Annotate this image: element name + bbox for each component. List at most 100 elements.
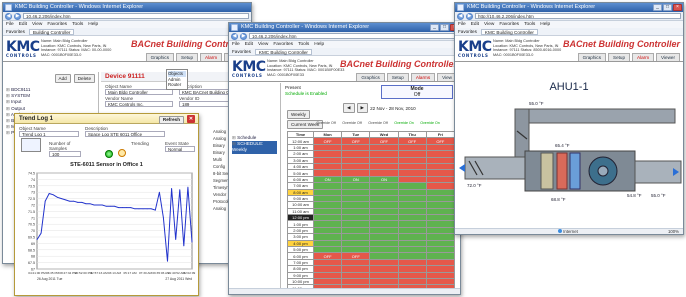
- favorites-bar: Favorites KMC Building Controller: [455, 28, 683, 36]
- samples-field[interactable]: 100: [49, 151, 81, 157]
- menu-view[interactable]: View: [258, 41, 268, 48]
- data-point: [77, 202, 79, 203]
- data-point: [167, 260, 168, 262]
- tab-alarms[interactable]: Alarms: [410, 73, 436, 81]
- controller-info: Name: Main Bldg Controller Location: KMC…: [493, 39, 562, 57]
- tab-setup[interactable]: Setup: [608, 53, 631, 61]
- favorites-button[interactable]: Favorites: [458, 28, 477, 35]
- menu-favorites[interactable]: Favorites: [273, 41, 293, 48]
- menu-tools[interactable]: Tools: [524, 21, 535, 28]
- menu-file[interactable]: File: [6, 21, 14, 28]
- menu-bar: File Edit View Favorites Tools Help: [3, 21, 251, 28]
- ie-icon: [231, 24, 238, 31]
- forward-arrow-icon[interactable]: ▶: [240, 32, 247, 40]
- back-arrow-icon[interactable]: ◀: [5, 12, 12, 20]
- readout-supply: 55.0 °F: [651, 193, 666, 198]
- refresh-button[interactable]: Refresh: [158, 115, 184, 124]
- forward-arrow-icon[interactable]: ▶: [466, 12, 473, 20]
- data-point: [122, 207, 124, 208]
- menu-favorites[interactable]: Favorites: [47, 21, 67, 28]
- window-title-bar: KMC Building Controller - Windows Intern…: [229, 23, 460, 32]
- menu-file[interactable]: File: [458, 21, 466, 28]
- data-point: [65, 199, 66, 201]
- close-icon[interactable]: ✕: [187, 115, 195, 123]
- window-title: KMC Building Controller - Windows Intern…: [15, 4, 144, 10]
- favorites-button[interactable]: Favorites: [232, 48, 251, 55]
- url-field[interactable]: 10.46.2.206/index.htm: [249, 33, 458, 39]
- tab-viewer[interactable]: Viewer: [656, 53, 680, 61]
- object-name-field[interactable]: Trend Log 1: [19, 131, 79, 137]
- browser-tab[interactable]: KMC Building Controller: [480, 29, 538, 35]
- data-point: [48, 193, 50, 194]
- kmc-logo: KMC CONTROLS: [232, 59, 266, 78]
- delete-button[interactable]: Delete: [73, 74, 95, 83]
- y-tick-label: 73.5: [28, 184, 35, 188]
- tree-item-selected[interactable]: SCHEDULE: Weekly: [232, 141, 277, 154]
- menu-help[interactable]: Help: [540, 21, 550, 28]
- minimize-icon[interactable]: _: [430, 24, 439, 31]
- close-icon[interactable]: ×: [673, 4, 682, 11]
- url-field[interactable]: 10.46.2.206/index.htm: [23, 13, 249, 19]
- data-point: [105, 205, 107, 207]
- back-arrow-icon[interactable]: ◀: [231, 32, 238, 40]
- menu-edit[interactable]: Edit: [245, 41, 253, 48]
- x-tick-label: 02:02:09 PM: [183, 271, 196, 275]
- url-field[interactable]: http://10.46.2.206/index.htm: [475, 13, 681, 19]
- menu-help[interactable]: Help: [314, 41, 324, 48]
- zoom-level[interactable]: 100%: [668, 229, 679, 234]
- data-point: [171, 187, 173, 189]
- trend-log-title-bar: Trend Log 1 Refresh ✕: [15, 114, 198, 124]
- menu-tools[interactable]: Tools: [72, 21, 83, 28]
- favorites-button[interactable]: Favorites: [6, 28, 25, 35]
- x-tick-label: 05:17 AM: [123, 271, 136, 275]
- description-field[interactable]: Space Log STE 6011 Office: [85, 131, 165, 137]
- samples-label: Number of Samples: [49, 141, 71, 151]
- browser-tab[interactable]: Building Controller: [28, 29, 75, 35]
- menu-file[interactable]: File: [232, 41, 240, 48]
- tab-alarm[interactable]: Alarm: [632, 53, 655, 61]
- window-controls: _□×: [653, 4, 682, 11]
- ie-icon: [5, 4, 12, 11]
- schedule-tree-panel: Schedule SCHEDULE: Weekly: [229, 83, 281, 288]
- tab-alarm[interactable]: Alarm: [200, 53, 223, 61]
- data-point: [69, 200, 71, 202]
- address-bar: ◀ ▶ http://10.46.2.206/index.htm: [455, 12, 683, 21]
- menu-tools[interactable]: Tools: [298, 41, 309, 48]
- forward-arrow-icon[interactable]: ▶: [14, 12, 21, 20]
- tab-graphics[interactable]: Graphics: [145, 53, 175, 61]
- schedule-grid: Time Mon Tue Wed Thu Fri 12:00 am OFF OFF O…: [287, 130, 456, 292]
- menu-help[interactable]: Help: [88, 21, 98, 28]
- tab-graphics[interactable]: Graphics: [356, 73, 385, 81]
- maximize-icon[interactable]: □: [440, 24, 449, 31]
- minimize-icon[interactable]: _: [653, 4, 662, 11]
- tab-graphics[interactable]: Graphics: [577, 53, 607, 61]
- data-point: [114, 205, 115, 207]
- tab-setup[interactable]: Setup: [386, 73, 409, 81]
- menu-favorites[interactable]: Favorites: [499, 21, 519, 28]
- data-point: [150, 208, 152, 210]
- y-tick-label: 72: [31, 204, 35, 208]
- menu-edit[interactable]: Edit: [19, 21, 27, 28]
- weekly-button[interactable]: Weekly: [287, 110, 310, 119]
- menu-view[interactable]: View: [484, 21, 494, 28]
- next-week-button[interactable]: ▶: [356, 103, 369, 113]
- back-arrow-icon[interactable]: ◀: [457, 12, 464, 20]
- readout-discharge: 54.8 °F: [627, 193, 642, 198]
- magnifier-icon[interactable]: [118, 149, 126, 157]
- maximize-icon[interactable]: □: [663, 4, 672, 11]
- data-point: [85, 203, 87, 205]
- prev-week-button[interactable]: ◀: [343, 103, 355, 113]
- plot-area: [36, 172, 193, 270]
- tab-setup[interactable]: Setup: [176, 53, 199, 61]
- data-point: [175, 239, 177, 240]
- object-name-field[interactable]: Main Bldg Controller: [105, 89, 173, 95]
- dropdown-router[interactable]: Router: [168, 82, 186, 88]
- add-button[interactable]: Add: [54, 74, 71, 83]
- vendor-name-field: KMC Controls Inc.: [105, 101, 173, 107]
- menu-edit[interactable]: Edit: [471, 21, 479, 28]
- menu-view[interactable]: View: [32, 21, 42, 28]
- browser-tab[interactable]: KMC Building Controller: [254, 49, 312, 55]
- data-point: [61, 198, 62, 199]
- ahu-diagram: 55.0 °F 65.4 °F 72.0 °F 68.8 °F 54.8 °F …: [459, 101, 682, 202]
- data-point: [187, 186, 189, 188]
